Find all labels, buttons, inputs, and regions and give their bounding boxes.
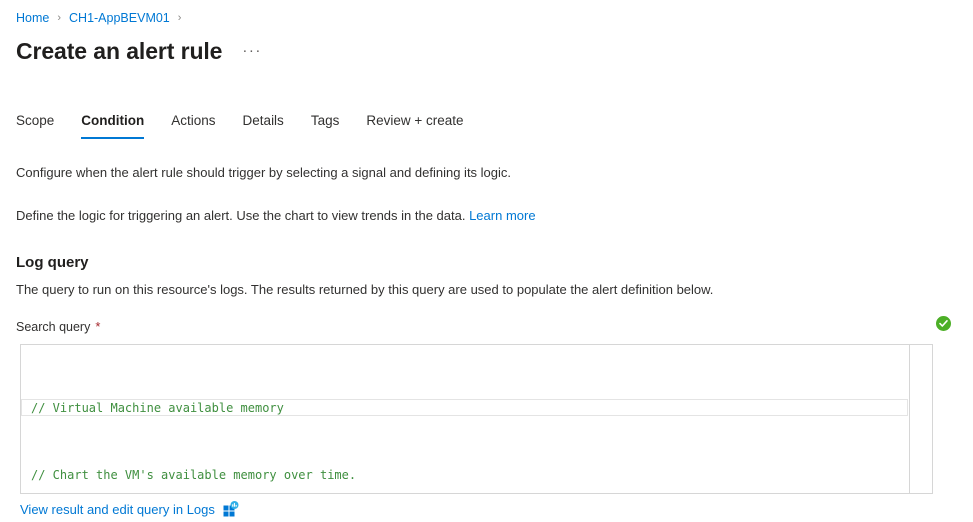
learn-more-link[interactable]: Learn more	[469, 208, 535, 223]
page-title: Create an alert rule	[16, 36, 222, 66]
tab-details[interactable]: Details	[243, 113, 284, 139]
condition-panel: Configure when the alert rule should tri…	[0, 164, 973, 517]
more-options-icon[interactable]: ···	[242, 44, 262, 58]
logs-chart-icon[interactable]	[223, 501, 239, 517]
view-logs-row: View result and edit query in Logs	[20, 501, 957, 517]
validation-success-icon	[936, 316, 951, 331]
query-code-area[interactable]: // Virtual Machine available memory // C…	[21, 345, 909, 493]
breadcrumb-chevron-icon: ›	[178, 10, 182, 26]
intro-line-2: Define the logic for triggering an alert…	[16, 207, 957, 225]
code-line[interactable]: // Virtual Machine available memory	[21, 399, 908, 416]
required-asterisk: *	[95, 319, 100, 335]
wizard-tabs: Scope Condition Actions Details Tags Rev…	[0, 105, 973, 139]
search-query-label: Search query	[16, 319, 90, 335]
search-query-editor[interactable]: // Virtual Machine available memory // C…	[20, 344, 933, 494]
search-query-label-row: Search query *	[16, 319, 957, 336]
tab-review-create[interactable]: Review + create	[366, 113, 463, 139]
breadcrumb-item-home[interactable]: Home	[16, 10, 49, 26]
code-token-comment: // Virtual Machine available memory	[31, 401, 284, 415]
breadcrumb: Home › CH1-AppBEVM01 ›	[0, 0, 973, 26]
breadcrumb-item-resource[interactable]: CH1-AppBEVM01	[69, 10, 170, 26]
code-token-comment: // Chart the VM's available memory over …	[31, 468, 356, 482]
tab-tags[interactable]: Tags	[311, 113, 340, 139]
intro-line-2-text: Define the logic for triggering an alert…	[16, 208, 469, 223]
code-line[interactable]: // Chart the VM's available memory over …	[21, 467, 909, 484]
page-header: Create an alert rule ···	[0, 26, 973, 66]
breadcrumb-chevron-icon: ›	[57, 10, 61, 26]
tab-actions[interactable]: Actions	[171, 113, 215, 139]
intro-line-1: Configure when the alert rule should tri…	[16, 164, 957, 182]
editor-minimap-gutter[interactable]	[909, 345, 932, 493]
log-query-section-description: The query to run on this resource's logs…	[16, 281, 957, 299]
log-query-section-title: Log query	[16, 253, 957, 273]
tab-condition[interactable]: Condition	[81, 113, 144, 139]
tab-scope[interactable]: Scope	[16, 113, 54, 139]
